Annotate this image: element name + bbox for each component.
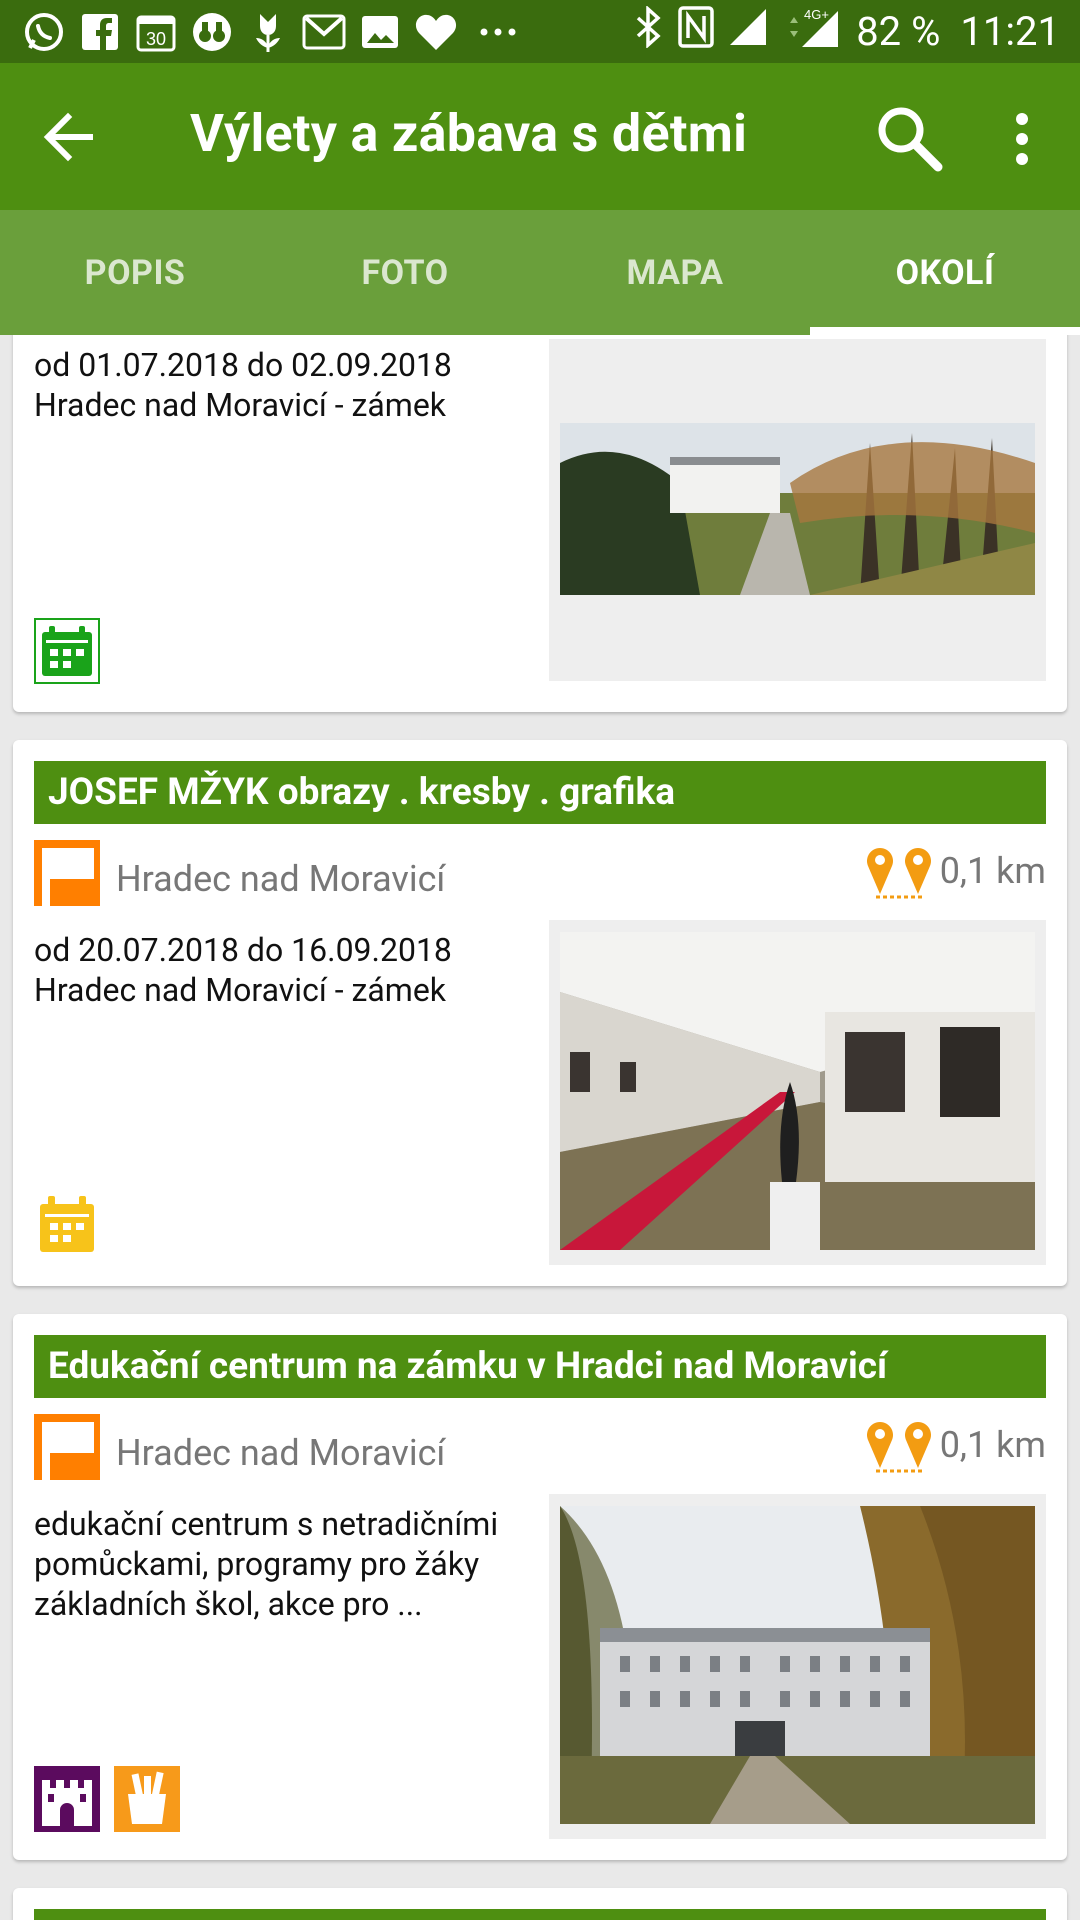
tab-okoli[interactable]: OKOLÍ bbox=[810, 210, 1080, 335]
svg-text:30: 30 bbox=[146, 29, 166, 49]
signal-icon bbox=[728, 7, 768, 57]
calendar-icon: 30 bbox=[134, 10, 178, 54]
item-location: Hradec nad Moravicí - zámek bbox=[34, 386, 446, 424]
list-item[interactable] bbox=[13, 1888, 1067, 1920]
item-place: Hradec nad Moravicí bbox=[116, 1432, 446, 1474]
item-place: Hradec nad Moravicí bbox=[116, 858, 446, 900]
flag-place-icon bbox=[34, 1414, 100, 1480]
app-bar: Výlety a zábava s dětmi bbox=[0, 63, 1080, 210]
tulip-icon bbox=[246, 10, 290, 54]
place-row: Hradec nad Moravicí 0,1 km bbox=[34, 840, 1046, 910]
place-row: Hradec nad Moravicí 0,1 km bbox=[34, 1414, 1046, 1484]
status-bar: 30 4G+ 82 % 11:21 bbox=[0, 0, 1080, 63]
item-title[interactable]: Edukační centrum na zámku v Hradci nad M… bbox=[34, 1335, 1046, 1398]
calendar-green-icon bbox=[34, 618, 100, 684]
page-title: Výlety a zábava s dětmi bbox=[190, 103, 748, 164]
nearby-list[interactable]: od 01.07.2018 do 02.09.2018 Hradec nad M… bbox=[0, 335, 1080, 1920]
item-description-line: základních škol, akce pro ... bbox=[34, 1585, 423, 1623]
flag-place-icon bbox=[34, 840, 100, 906]
battery-percent: 82 % bbox=[856, 8, 941, 55]
binoculars-icon bbox=[190, 10, 234, 54]
item-date-range: od 01.07.2018 do 02.09.2018 bbox=[34, 346, 452, 384]
bluetooth-icon bbox=[634, 4, 664, 58]
clock: 11:21 bbox=[960, 8, 1060, 55]
item-description-line: pomůckami, programy pro žáky bbox=[34, 1545, 480, 1583]
arrow-left-icon[interactable] bbox=[40, 109, 100, 165]
svg-text:4G+: 4G+ bbox=[804, 7, 829, 22]
item-description-line: edukační centrum s netradičními bbox=[34, 1505, 499, 1543]
photo-frame bbox=[549, 339, 1046, 681]
search-icon[interactable] bbox=[874, 103, 944, 173]
item-photo[interactable] bbox=[560, 932, 1035, 1250]
item-title[interactable] bbox=[34, 1909, 1046, 1920]
item-distance: 0,1 km bbox=[939, 850, 1046, 892]
image-icon bbox=[358, 10, 402, 54]
notification-icons: 30 bbox=[22, 10, 526, 54]
photo-frame bbox=[549, 920, 1046, 1265]
item-location: Hradec nad Moravicí - zámek bbox=[34, 971, 446, 1009]
distance-pins-icon bbox=[864, 1418, 936, 1474]
castle-icon bbox=[34, 1766, 100, 1832]
more-vert-icon[interactable] bbox=[1004, 111, 1040, 167]
item-title[interactable]: JOSEF MŽYK obrazy . kresby . grafika bbox=[34, 761, 1046, 824]
heart-icon bbox=[414, 10, 458, 54]
list-item[interactable]: od 01.07.2018 do 02.09.2018 Hradec nad M… bbox=[13, 335, 1067, 712]
system-status: 4G+ 82 % 11:21 bbox=[634, 4, 1060, 59]
tab-popis[interactable]: POPIS bbox=[0, 210, 270, 335]
list-item[interactable]: JOSEF MŽYK obrazy . kresby . grafika Hra… bbox=[13, 740, 1067, 1286]
distance-pins-icon bbox=[864, 844, 936, 900]
photo-frame bbox=[549, 1494, 1046, 1839]
facebook-icon bbox=[78, 10, 122, 54]
tab-mapa[interactable]: MAPA bbox=[540, 210, 810, 335]
item-description: od 01.07.2018 do 02.09.2018 Hradec nad M… bbox=[34, 345, 554, 425]
nfc-icon bbox=[678, 5, 714, 58]
tab-bar: POPIS FOTO MAPA OKOLÍ bbox=[0, 210, 1080, 335]
signal-4g-icon: 4G+ bbox=[782, 5, 842, 59]
whatsapp-icon bbox=[22, 10, 66, 54]
tab-foto[interactable]: FOTO bbox=[270, 210, 540, 335]
item-photo[interactable] bbox=[560, 1506, 1035, 1824]
school-supplies-icon bbox=[114, 1766, 180, 1832]
more-dots-icon bbox=[470, 10, 526, 54]
item-photo[interactable] bbox=[560, 423, 1035, 595]
list-item[interactable]: Edukační centrum na zámku v Hradci nad M… bbox=[13, 1314, 1067, 1860]
item-distance: 0,1 km bbox=[939, 1424, 1046, 1466]
item-date-range: od 20.07.2018 do 16.09.2018 bbox=[34, 931, 452, 969]
item-description: od 20.07.2018 do 16.09.2018 Hradec nad M… bbox=[34, 930, 554, 1010]
gmail-icon bbox=[302, 10, 346, 54]
calendar-yellow-icon bbox=[34, 1192, 100, 1258]
item-description: edukační centrum s netradičními pomůckam… bbox=[34, 1504, 554, 1624]
